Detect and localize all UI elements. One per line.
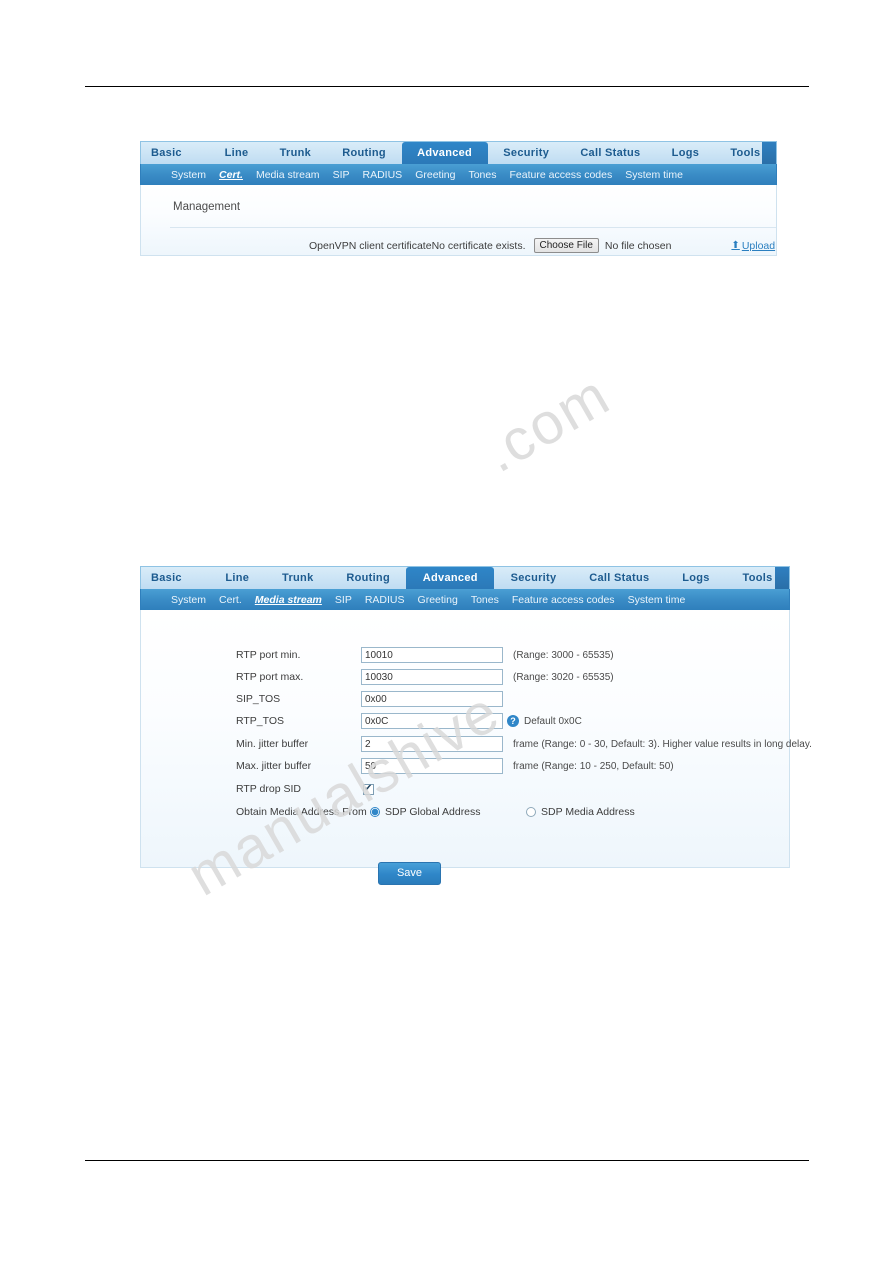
subnav-item-feature-access-codes[interactable]: Feature access codes — [510, 169, 613, 181]
hint-rtp-port-min: (Range: 3000 - 65535) — [513, 649, 614, 661]
router-web-ui-media-stream: Basic Line Trunk Routing Advanced Securi… — [140, 566, 812, 885]
label-rtp-drop-sid: RTP drop SID — [236, 783, 301, 795]
subnav-item-media-stream[interactable]: Media stream — [256, 169, 320, 181]
label-sip-tos: SIP_TOS — [236, 693, 281, 705]
subnav2-item-feature-access-codes[interactable]: Feature access codes — [512, 594, 615, 606]
input-rtp-tos[interactable] — [361, 713, 503, 729]
row-rtp-port-max: RTP port max. (Range: 3020 - 65535) — [141, 666, 789, 688]
row-obtain-media-address: Obtain Media Address From SDP Global Add… — [141, 801, 789, 823]
openvpn-cert-status: No certificate exists. — [431, 239, 526, 252]
footer-rule — [85, 1160, 809, 1161]
input-min-jitter-buffer[interactable] — [361, 736, 503, 752]
row-rtp-tos: RTP_TOS ? Default 0x0C — [141, 710, 789, 732]
router-web-ui-cert: Basic Line Trunk Routing Advanced Securi… — [140, 141, 777, 256]
subnav2-item-cert[interactable]: Cert. — [219, 594, 242, 606]
label-max-jitter-buffer: Max. jitter buffer — [236, 760, 312, 772]
subnav2-item-tones[interactable]: Tones — [471, 594, 499, 606]
hint-max-jitter-buffer: frame (Range: 10 - 250, Default: 50) — [513, 760, 674, 772]
sub-nav-bar: System Cert. Media stream SIP RADIUS Gre… — [140, 164, 777, 185]
openvpn-cert-row: OpenVPN client certificate No certificat… — [309, 238, 775, 253]
subnav-item-system[interactable]: System — [171, 169, 206, 181]
cert-panel-body: Management OpenVPN client certificate No… — [140, 185, 777, 256]
figure-cert-management: Basic Line Trunk Routing Advanced Securi… — [140, 141, 777, 256]
choose-file-button[interactable]: Choose File — [533, 238, 599, 253]
subnav-item-cert[interactable]: Cert. — [219, 169, 243, 181]
nav-item-security[interactable]: Security — [488, 142, 565, 164]
nav2-item-line[interactable]: Line — [209, 567, 266, 589]
document-page: .com manualshive Basic Line Trunk Routin… — [0, 0, 893, 1263]
watermark-line-1: .com — [472, 361, 621, 486]
main-nav-bar-2: Basic Line Trunk Routing Advanced Securi… — [140, 566, 790, 589]
row-min-jitter-buffer: Min. jitter buffer frame (Range: 0 - 30,… — [141, 733, 812, 755]
figure-media-stream: Basic Line Trunk Routing Advanced Securi… — [140, 566, 812, 885]
subnav2-item-greeting[interactable]: Greeting — [418, 594, 458, 606]
nav2-item-security[interactable]: Security — [494, 567, 573, 589]
subnav-item-greeting[interactable]: Greeting — [415, 169, 455, 181]
label-sdp-media-address: SDP Media Address — [541, 806, 635, 818]
openvpn-cert-label: OpenVPN client certificate — [309, 239, 432, 252]
nav2-item-trunk[interactable]: Trunk — [266, 567, 330, 589]
nav2-item-advanced[interactable]: Advanced — [406, 567, 495, 589]
upload-link[interactable]: ⬆ Upload — [731, 240, 775, 252]
subnav2-item-system[interactable]: System — [171, 594, 206, 606]
input-rtp-port-min[interactable] — [361, 647, 503, 663]
subnav-item-tones[interactable]: Tones — [468, 169, 496, 181]
subnav-item-system-time[interactable]: System time — [625, 169, 683, 181]
nav-item-trunk[interactable]: Trunk — [264, 142, 327, 164]
sub-nav-bar-2: System Cert. Media stream SIP RADIUS Gre… — [140, 589, 790, 610]
nav-item-line[interactable]: Line — [209, 142, 264, 164]
label-min-jitter-buffer: Min. jitter buffer — [236, 738, 309, 750]
label-sdp-global-address: SDP Global Address — [385, 806, 481, 818]
section-divider — [170, 227, 776, 228]
nav2-item-call-status[interactable]: Call Status — [573, 567, 666, 589]
subnav-item-radius[interactable]: RADIUS — [363, 169, 403, 181]
row-sip-tos: SIP_TOS — [141, 688, 789, 710]
row-rtp-port-min: RTP port min. (Range: 3000 - 65535) — [141, 644, 789, 666]
nav2-item-routing[interactable]: Routing — [330, 567, 406, 589]
nav-item-tools[interactable]: Tools — [715, 142, 776, 164]
subnav-item-sip[interactable]: SIP — [333, 169, 350, 181]
nav-item-basic[interactable]: Basic — [141, 142, 209, 164]
nav-item-advanced[interactable]: Advanced — [401, 142, 488, 164]
hint-rtp-tos: Default 0x0C — [524, 715, 582, 727]
no-file-chosen-text: No file chosen — [604, 239, 672, 252]
label-rtp-tos: RTP_TOS — [236, 715, 285, 727]
label-rtp-port-min: RTP port min. — [236, 649, 301, 661]
checkbox-rtp-drop-sid[interactable] — [363, 783, 374, 795]
nav-item-call-status[interactable]: Call Status — [565, 142, 656, 164]
input-rtp-port-max[interactable] — [361, 669, 503, 685]
main-nav-bar: Basic Line Trunk Routing Advanced Securi… — [140, 141, 777, 164]
nav2-item-tools[interactable]: Tools — [726, 567, 789, 589]
upload-icon: ⬆ — [731, 240, 740, 251]
row-max-jitter-buffer: Max. jitter buffer frame (Range: 10 - 25… — [141, 755, 789, 777]
label-rtp-port-max: RTP port max. — [236, 671, 304, 683]
nav-item-logs[interactable]: Logs — [656, 142, 715, 164]
radio-sdp-media-address[interactable] — [526, 807, 536, 817]
subnav2-item-system-time[interactable]: System time — [628, 594, 686, 606]
media-stream-panel-body: RTP port min. (Range: 3000 - 65535) RTP … — [140, 610, 812, 885]
header-rule — [85, 86, 809, 87]
hint-rtp-port-max: (Range: 3020 - 65535) — [513, 671, 614, 683]
save-button[interactable]: Save — [378, 862, 441, 885]
subnav2-item-media-stream[interactable]: Media stream — [255, 594, 322, 606]
input-max-jitter-buffer[interactable] — [361, 758, 503, 774]
row-rtp-drop-sid: RTP drop SID — [141, 778, 789, 800]
nav-item-routing[interactable]: Routing — [327, 142, 402, 164]
input-sip-tos[interactable] — [361, 691, 503, 707]
subnav2-item-sip[interactable]: SIP — [335, 594, 352, 606]
upload-link-label: Upload — [741, 239, 776, 252]
radio-sdp-global-address[interactable] — [370, 807, 380, 817]
help-icon[interactable]: ? — [507, 715, 519, 727]
nav2-item-basic[interactable]: Basic — [141, 567, 209, 589]
management-section-title: Management — [173, 201, 241, 213]
hint-min-jitter-buffer: frame (Range: 0 - 30, Default: 3). Highe… — [513, 738, 812, 750]
label-obtain-media-address: Obtain Media Address From — [236, 806, 367, 818]
subnav2-item-radius[interactable]: RADIUS — [365, 594, 405, 606]
nav2-item-logs[interactable]: Logs — [666, 567, 726, 589]
